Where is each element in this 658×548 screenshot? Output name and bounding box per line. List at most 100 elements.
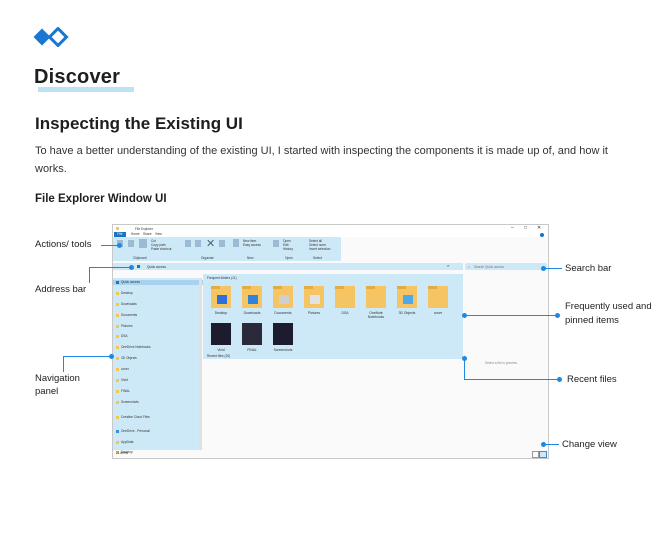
nav-item[interactable]: AppData [113,440,207,445]
large-icons-view-icon[interactable] [539,451,547,458]
nav-item-label: FINAL [121,388,131,393]
callout-navigation-panel: Navigation panel [35,373,80,397]
nav-item-label: OneDrive - Personal [121,428,150,433]
connector [89,267,131,268]
nav-item-label: Screenshots [121,399,139,404]
history-button[interactable]: History [283,247,293,251]
group-organize: Organize [201,256,214,260]
folder-icon [116,302,119,306]
nav-item-label: Desktop [121,290,133,295]
copy-to-icon[interactable] [195,240,201,247]
figure-title: File Explorer Window UI [35,193,167,205]
connector [465,315,558,316]
folder-icon [304,286,324,308]
connector [544,268,562,269]
minimize-icon[interactable]: – [511,225,514,231]
frequent-folder-tile[interactable]: cover [426,286,450,315]
nav-item-label: Pictures [121,323,133,328]
folder-icon [366,286,386,308]
group-select: Select [313,256,322,260]
new-folder-icon[interactable] [233,239,239,247]
maximize-icon[interactable]: □ [524,225,527,231]
address-bar[interactable]: ← → Quick access ⟳ [113,263,463,270]
star-icon [137,264,140,268]
properties-icon[interactable] [273,240,279,247]
copy-icon[interactable] [128,240,134,247]
nav-item-label: Vivid [121,378,128,383]
folder-icon [116,429,119,433]
folder-icon [116,346,119,350]
frequent-folder-tile[interactable]: Vivid [209,323,233,352]
folder-icon [116,291,119,295]
nav-item[interactable]: Desktop [113,291,207,296]
folder-label: cover [433,311,443,315]
frequent-folder-tile[interactable]: OneNote Notebooks [364,286,388,319]
connector [63,356,64,372]
easy-access-button[interactable]: Easy access [243,243,261,247]
refresh-icon[interactable]: ⟳ [447,264,450,268]
nav-scrollbar[interactable] [199,278,202,450]
frequent-folder-tile[interactable]: Desktop [209,286,233,315]
delete-icon[interactable]: ✕ [206,237,215,250]
nav-item[interactable]: Screenshots [113,400,207,405]
frequent-folder-tile[interactable]: Pictures [302,286,326,315]
navigation-pane: Quick access Desktop Downloads Documents Pic… [113,278,207,455]
frequent-folder-tile[interactable]: Screenshots [271,323,295,352]
search-input[interactable]: ⌕ Search Quick access [465,263,547,270]
nav-item[interactable]: OneDrive Notebooks [113,345,207,350]
connector [464,358,465,379]
folder-icon [428,286,448,308]
folder-icon [273,323,293,345]
folder-icon [116,400,119,404]
page-heading: Discover [34,66,121,88]
details-view-icon[interactable] [532,451,539,458]
close-icon[interactable]: ✕ [537,225,541,231]
nav-item[interactable]: Vivid [113,378,207,383]
connector-dot [557,376,562,382]
nav-item[interactable]: OneDrive - Personal [113,429,207,434]
frequent-folders-header[interactable]: Frequent folders (11) [207,276,237,280]
move-to-icon[interactable] [185,240,191,247]
connector-dot [461,355,467,361]
nav-item-label: OneDrive Notebooks [121,345,151,350]
preview-text: Select a file to preview. [485,361,518,365]
invert-selection-button[interactable]: Invert selection [309,247,330,251]
group-open: Open [285,256,293,260]
folder-icon [116,415,119,419]
paste-shortcut-button[interactable]: Paste shortcut [151,247,171,251]
folder-icon [116,357,119,361]
frequent-folder-tile[interactable]: 3D Objects [395,286,419,315]
nav-item[interactable]: DSA [113,334,207,339]
nav-item-label: AppData [121,439,134,444]
recent-files-header[interactable]: Recent files (20) [207,354,230,358]
folder-icon [242,323,262,345]
rename-icon[interactable] [219,240,225,247]
frequent-folder-tile[interactable]: Documents [271,286,295,315]
group-clipboard: Clipboard [133,256,147,260]
folder-icon [242,286,262,308]
nav-item-label: Quick access [121,280,140,284]
intro-paragraph: To have a better understanding of the ex… [35,145,608,175]
recent-files-header-row: Recent files (20) [203,353,463,359]
nav-item[interactable]: Pictures [113,324,207,329]
connector-dot [109,353,114,359]
nav-item[interactable]: Creative Cloud Files [113,415,207,420]
nav-item[interactable]: 3D Objects [113,356,207,361]
nav-item[interactable]: FINAL [113,389,207,394]
frequent-folder-tile[interactable]: FINAL [240,323,264,352]
frequent-folder-tile[interactable]: DSA [333,286,357,315]
nav-item[interactable]: cover [113,367,207,372]
paste-icon[interactable] [139,239,147,248]
callout-address-bar: Address bar [35,284,87,295]
frequent-folder-tile[interactable]: Downloads [240,286,264,315]
connector [89,267,90,283]
nav-item[interactable]: Documents [113,313,207,318]
nav-item[interactable]: Downloads [113,302,207,307]
connector-dot [555,312,560,318]
nav-item[interactable]: Quick access [113,280,207,286]
folder-icon [211,286,231,308]
folder-icon [116,226,119,230]
folder-label: Vivid [217,348,225,352]
help-icon[interactable] [540,232,544,237]
file-explorer-window: File Explorer – □ ✕ File Home Share View… [112,224,549,459]
